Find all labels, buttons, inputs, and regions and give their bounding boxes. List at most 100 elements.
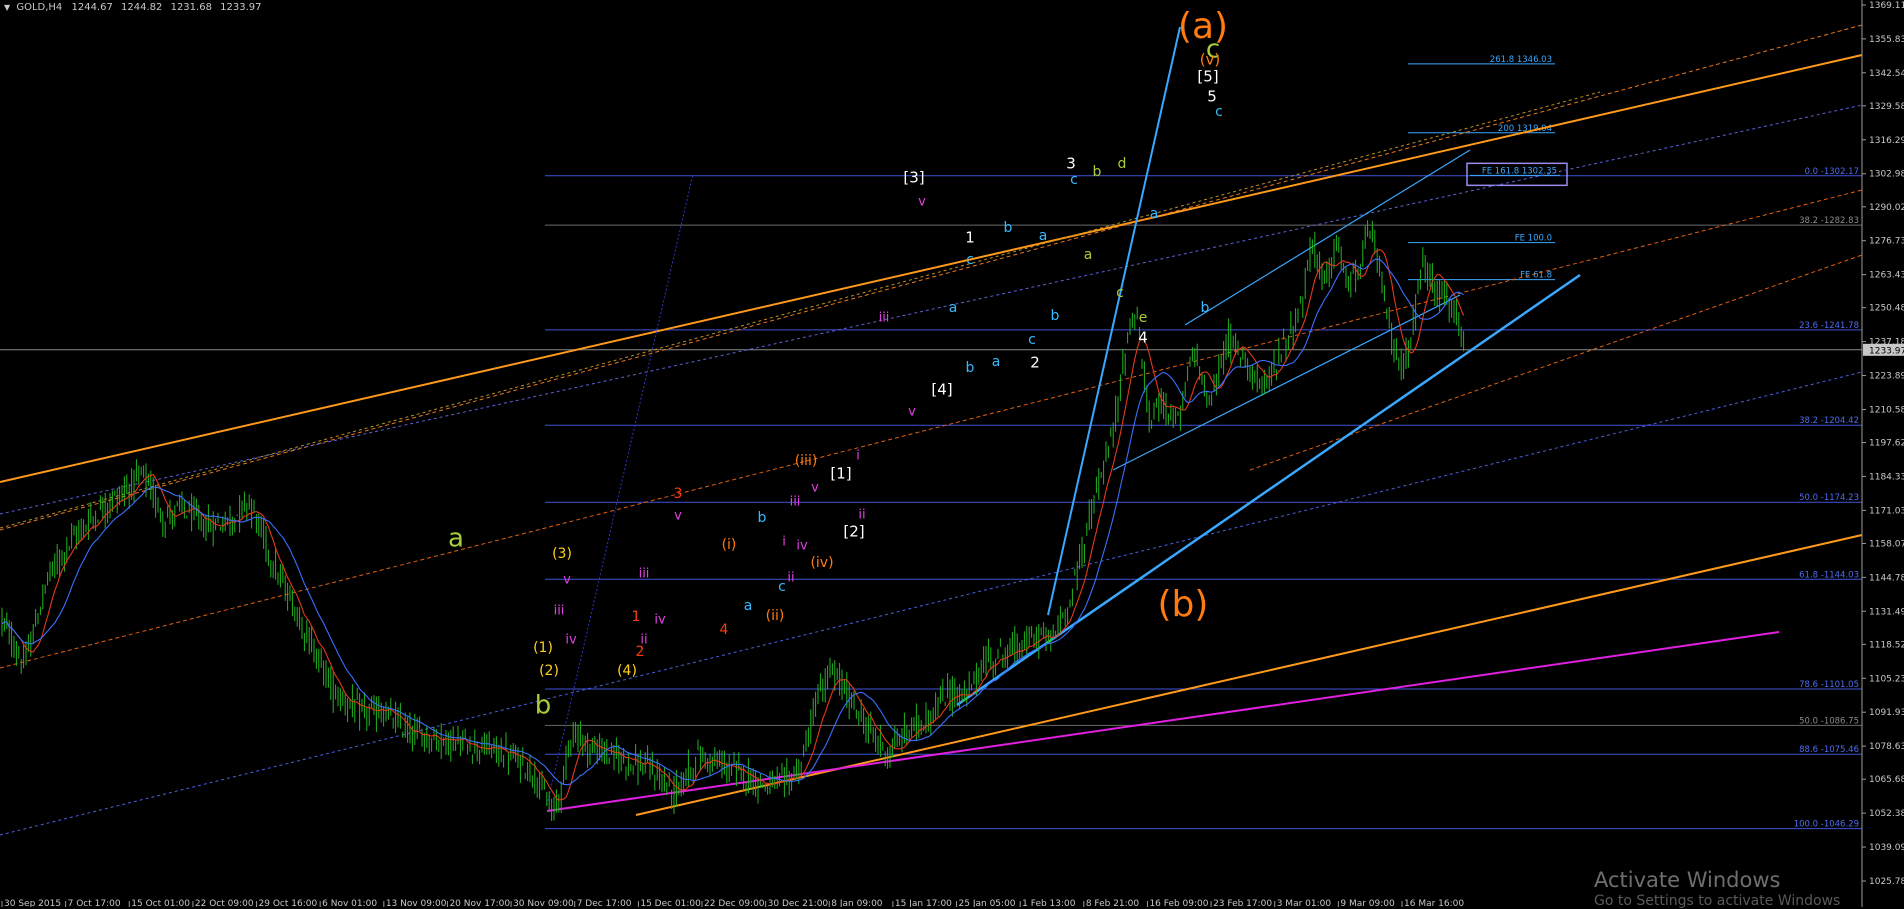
wave-label: 1 <box>632 609 641 625</box>
wave-label: [3] <box>903 169 924 187</box>
time-tick-label: 23 Feb 17:00 <box>1213 899 1272 907</box>
chart-background <box>0 0 1904 907</box>
fib-retracement-label: 88.6 -1075.46 <box>1799 745 1859 755</box>
price-tick-label: 1184.33 <box>1869 472 1904 482</box>
fib-extension-label: FE 161.8 1302.35 <box>1482 166 1557 176</box>
wave-label: v <box>908 405 916 420</box>
price-tick-label: 1025.78 <box>1869 877 1904 887</box>
time-tick-label: 25 Jan 05:00 <box>959 899 1016 907</box>
price-tick-label: 1118.52 <box>1869 640 1904 650</box>
time-tick-label: 3 Mar 01:00 <box>1277 899 1332 907</box>
wave-label: d <box>1118 156 1127 172</box>
wave-label: c <box>778 579 786 595</box>
wave-label: (b) <box>1158 584 1209 625</box>
price-chart[interactable]: 0.0 -1302.1738.2 -1282.8323.6 -1241.7838… <box>0 0 1904 907</box>
wave-label: a <box>448 524 464 554</box>
price-tick-label: 1039.09 <box>1869 843 1904 853</box>
time-tick-label: 16 Feb 09:00 <box>1149 899 1208 907</box>
wave-label: c <box>966 252 974 268</box>
wave-label: b <box>1201 300 1210 316</box>
price-tick-label: 1144.78 <box>1869 573 1904 583</box>
current-price-label: 1233.97 <box>1869 346 1904 356</box>
wave-label: c <box>1215 104 1223 120</box>
wave-label: [4] <box>931 381 952 399</box>
wave-label: i <box>782 535 786 550</box>
time-tick-label: 29 Oct 16:00 <box>259 899 318 907</box>
fib-retracement-label: 38.2 -1204.42 <box>1799 416 1859 426</box>
wave-label: (i) <box>722 537 737 553</box>
time-tick-label: 30 Nov 09:00 <box>513 899 574 907</box>
wave-label: 4 <box>720 622 729 638</box>
time-tick-label: 9 Mar 09:00 <box>1340 899 1395 907</box>
price-tick-label: 1263.43 <box>1869 271 1904 281</box>
wave-label: iv <box>654 613 666 628</box>
time-tick-label: 20 Nov 17:00 <box>449 899 510 907</box>
wave-label: e <box>1139 310 1148 326</box>
fib-retracement-label: 100.0 -1046.29 <box>1794 820 1859 830</box>
time-tick-label: 7 Oct 17:00 <box>68 899 121 907</box>
symbol-header: ▼ GOLD,H4 1244.67 1244.82 1231.68 1233.9… <box>4 2 266 13</box>
fib-retracement-label: 38.2 -1282.83 <box>1799 216 1859 226</box>
wave-label: 1 <box>965 229 975 247</box>
time-tick-label: 16 Mar 16:00 <box>1404 899 1464 907</box>
wave-label: v <box>811 481 819 496</box>
price-tick-label: 1355.83 <box>1869 35 1904 45</box>
wave-label: b <box>1051 308 1060 324</box>
wave-label: b <box>1004 220 1013 236</box>
wave-label: [1] <box>830 465 851 483</box>
time-tick-label: 7 Dec 17:00 <box>577 899 632 907</box>
wave-label: b <box>966 360 975 376</box>
time-tick-label: 8 Jan 09:00 <box>831 899 883 907</box>
symbol-label: GOLD,H4 <box>16 2 63 13</box>
fib-retracement-label: 50.0 -1086.75 <box>1799 716 1859 726</box>
wave-label: iii <box>639 567 650 582</box>
fib-retracement-label: 50.0 -1174.23 <box>1799 493 1859 503</box>
price-tick-label: 1316.29 <box>1869 136 1904 146</box>
price-tick-label: 1302.98 <box>1869 170 1904 180</box>
price-tick-label: 1197.62 <box>1869 439 1904 449</box>
price-tick-label: 1065.68 <box>1869 775 1904 785</box>
chart-area[interactable]: 0.0 -1302.17 38.2 -1282.83 23.6 -1241.78 38… <box>0 0 1904 907</box>
price-tick-label: 1091.93 <box>1869 708 1904 718</box>
wave-label: v <box>563 573 571 588</box>
wave-label: a <box>992 354 1001 370</box>
time-tick-label: 30 Sep 2015 <box>4 899 61 907</box>
wave-label: (a) <box>1178 6 1228 47</box>
fib-retracement-label: 0.0 -1302.17 <box>1805 167 1859 177</box>
collapse-triangle-icon[interactable]: ▼ <box>4 3 10 12</box>
wave-label: 4 <box>1138 329 1148 347</box>
price-tick-label: 1342.54 <box>1869 69 1904 79</box>
price-tick-label: 1078.63 <box>1869 742 1904 752</box>
wave-label: i <box>856 449 860 464</box>
wave-label: (iv) <box>810 555 833 571</box>
wave-label: a <box>1084 247 1093 263</box>
wave-label: [5] <box>1197 68 1218 86</box>
fib-extension-label: FE 61.8 <box>1520 271 1552 281</box>
time-tick-label: 15 Jan 17:00 <box>895 899 952 907</box>
wave-label: a <box>744 598 753 614</box>
fib-retracement-label: 78.6 -1101.05 <box>1799 680 1859 690</box>
time-tick-label: 6 Nov 01:00 <box>322 899 377 907</box>
wave-label: b <box>758 510 767 526</box>
price-tick-label: 1131.49 <box>1869 607 1904 617</box>
price-tick-label: 1290.02 <box>1869 203 1904 213</box>
wave-label: (4) <box>617 663 637 679</box>
wave-label: (iii) <box>795 453 818 469</box>
time-tick-label: 22 Oct 09:00 <box>195 899 254 907</box>
wave-label: 3 <box>674 486 683 502</box>
wave-label: c <box>1028 332 1036 348</box>
wave-label: b <box>1093 164 1102 180</box>
wave-label: b <box>535 691 552 721</box>
wave-label: v <box>918 195 926 210</box>
wave-label: a <box>1150 206 1159 222</box>
time-tick-label: 15 Oct 01:00 <box>131 899 190 907</box>
time-tick-label: 1 Feb 13:00 <box>1022 899 1076 907</box>
wave-label: 2 <box>1030 354 1040 372</box>
fib-extension-label: 261.8 1346.03 <box>1490 55 1552 65</box>
wave-label: v <box>674 509 682 524</box>
low-price: 1231.68 <box>170 2 212 13</box>
time-tick-label: 30 Dec 21:00 <box>768 899 829 907</box>
wave-label: (ii) <box>766 608 785 624</box>
wave-label: 3 <box>1066 155 1076 173</box>
time-tick-label: 8 Feb 21:00 <box>1086 899 1140 907</box>
